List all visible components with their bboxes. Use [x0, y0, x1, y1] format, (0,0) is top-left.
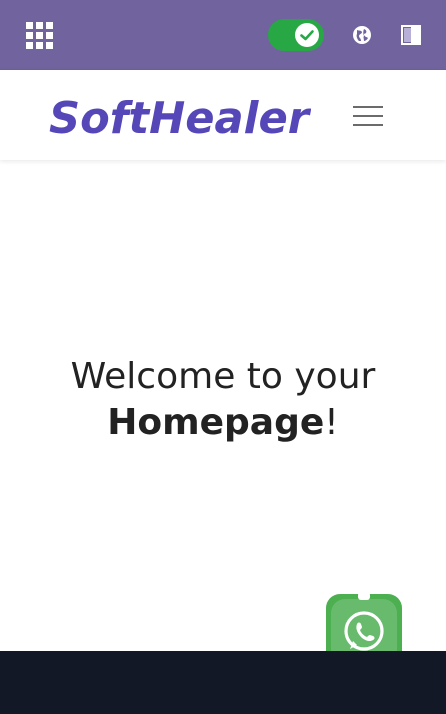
- logo-text: SoftHealer: [49, 93, 311, 144]
- top-bar: [0, 0, 446, 69]
- globe-icon[interactable]: [352, 25, 372, 45]
- hero-strong-text: Homepage: [107, 402, 325, 443]
- toggle-knob: [295, 23, 319, 47]
- hero-heading: Welcome to your Homepage!: [0, 354, 446, 446]
- hero-suffix: !: [324, 402, 339, 443]
- hero-line-1: Welcome to your: [70, 356, 376, 397]
- checkmark-icon: [300, 30, 314, 41]
- hero-line-2: Homepage!: [107, 402, 338, 443]
- company-logo[interactable]: SoftHealer: [47, 85, 311, 145]
- chat-notch: [358, 592, 370, 600]
- page-footer: [0, 651, 446, 714]
- edit-mode-toggle[interactable]: [268, 19, 324, 51]
- main-navbar: SoftHealer: [0, 69, 446, 160]
- side-panel-icon[interactable]: [401, 25, 421, 45]
- hamburger-menu-icon[interactable]: [350, 101, 386, 131]
- apps-grid-icon[interactable]: [26, 22, 53, 49]
